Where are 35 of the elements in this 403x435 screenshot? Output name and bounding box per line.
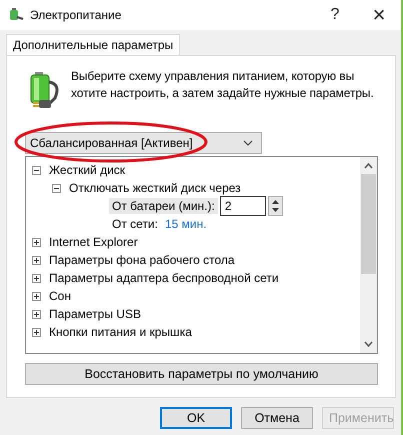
expander-icon[interactable] [52, 184, 61, 192]
tab[interactable]: Дополнительные параметры [6, 34, 180, 55]
dialog-button[interactable]: OK [160, 407, 232, 429]
scroll-down-icon[interactable] [364, 341, 373, 347]
setting-label[interactable]: От батареи (мин.): [109, 198, 218, 214]
expander-icon[interactable] [32, 292, 41, 300]
tree-item[interactable]: Кнопки питания и крышка [49, 325, 192, 339]
tree-item[interactable]: Параметры адаптера беспроводной сети [49, 271, 279, 285]
tree-item[interactable]: Отключать жесткий диск через [69, 181, 241, 195]
help-button[interactable]: ? [313, 0, 357, 30]
tree-item[interactable]: Жесткий диск [49, 163, 126, 177]
expander-icon[interactable] [32, 310, 41, 318]
setting-label[interactable]: От сети: [109, 216, 161, 232]
power-plug-icon [8, 7, 24, 23]
tree-item[interactable]: Internet Explorer [49, 235, 138, 249]
tree-item[interactable]: Сон [49, 289, 71, 303]
tree-item[interactable]: Параметры фона рабочего стола [49, 253, 235, 267]
spin-arrows-icon[interactable] [268, 196, 283, 216]
dialog-button[interactable]: Отмена [241, 407, 313, 429]
tree-item[interactable]: Параметры USB [49, 307, 141, 321]
scrollbar[interactable] [360, 157, 377, 353]
expander-icon[interactable] [32, 238, 41, 246]
restore-defaults-button[interactable]: Восстановить параметры по умолчанию [25, 363, 378, 385]
power-plan-dropdown[interactable]: Сбалансированная [Активен] [25, 132, 262, 154]
minutes-input[interactable]: 2 [220, 196, 266, 216]
window-title: Электропитание [30, 8, 122, 22]
setting-value-link[interactable]: 15 мин. [164, 217, 207, 231]
scroll-up-icon[interactable] [364, 163, 373, 169]
chevron-down-icon [243, 140, 253, 146]
expander-icon[interactable] [32, 166, 41, 174]
expander-icon[interactable] [32, 274, 41, 282]
instruction-text: Выберите схему управления питанием, которую вы хотите настроить, а затем задайте нужные параметры. [71, 68, 375, 102]
expander-icon[interactable] [32, 328, 41, 336]
expander-icon[interactable] [32, 256, 41, 264]
close-button[interactable]: × [357, 0, 401, 30]
